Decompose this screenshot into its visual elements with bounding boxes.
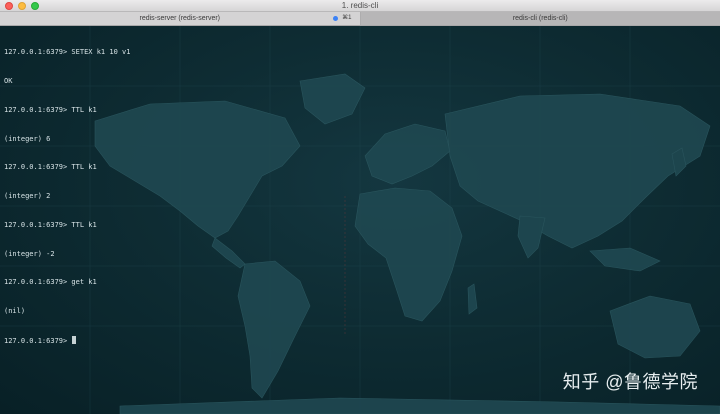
terminal-line: 127.0.0.1:6379> TTL k1	[4, 163, 97, 172]
terminal-prompt: 127.0.0.1:6379>	[4, 337, 72, 345]
terminal-output: 127.0.0.1:6379> SETEX k1 10 v1 OK 127.0.…	[4, 29, 130, 365]
window-title: 1. redis-cli	[341, 1, 379, 10]
tab-shortcut-label: ⌘1	[342, 15, 352, 21]
terminal-line: (integer) -2	[4, 249, 55, 258]
terminal-prompt-line[interactable]: 127.0.0.1:6379>	[4, 336, 130, 346]
terminal-line: (nil)	[4, 307, 26, 316]
terminal-line: 127.0.0.1:6379> get k1	[4, 278, 97, 287]
watermark: 知乎 @鲁德学院	[562, 372, 698, 392]
tab-redis-server[interactable]: redis-server (redis-server) ⌘1	[0, 12, 361, 25]
terminal-line: 127.0.0.1:6379> TTL k1	[4, 220, 97, 229]
tab-redis-server-label: redis-server (redis-server)	[139, 15, 220, 22]
terminal-line: (integer) 6	[4, 134, 51, 143]
title-bar: 1. redis-cli	[0, 0, 720, 12]
activity-dot-icon	[332, 16, 338, 21]
terminal-line: 127.0.0.1:6379> TTL k1	[4, 105, 97, 114]
tab-redis-cli-label: redis-cli (redis-cli)	[512, 15, 568, 22]
tab-bar: redis-server (redis-server) ⌘1 redis-cli…	[0, 12, 720, 26]
terminal-line: (integer) 2	[4, 192, 51, 201]
text-cursor	[72, 336, 77, 344]
tab-redis-cli[interactable]: redis-cli (redis-cli)	[360, 12, 720, 25]
terminal-pane[interactable]: 127.0.0.1:6379> SETEX k1 10 v1 OK 127.0.…	[0, 26, 720, 414]
terminal-line: OK	[4, 76, 13, 85]
terminal-line: 127.0.0.1:6379> SETEX k1 10 v1	[4, 48, 131, 57]
